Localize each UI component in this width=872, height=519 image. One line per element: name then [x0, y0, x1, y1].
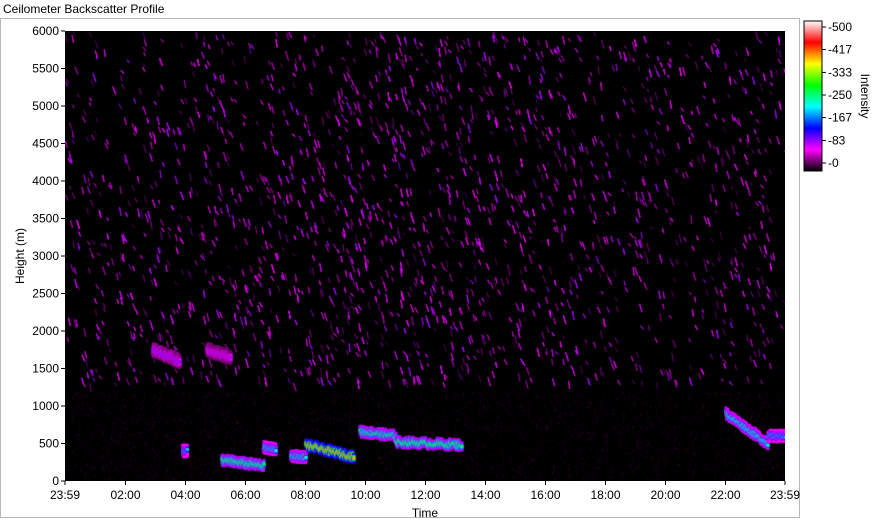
x-tick-label: 04:00 [170, 488, 200, 502]
x-tick-label: 02:00 [110, 488, 140, 502]
y-axis-title: Height (m) [13, 228, 27, 284]
y-tick-label: 3000 [32, 249, 59, 263]
y-tick-label: 500 [39, 437, 59, 451]
x-tick-label: 23:59 [770, 488, 800, 502]
colorbar-tick-label: -0 [828, 156, 839, 170]
colorbar [803, 20, 823, 172]
y-tick-label: 2000 [32, 324, 59, 338]
x-tick-label: 14:00 [470, 488, 500, 502]
y-tick-label: 2500 [32, 287, 59, 301]
x-axis: 23:59 02:00 04:00 06:00 08:00 10:00 12:00 14:00… [50, 481, 800, 502]
x-axis-title: Time [412, 506, 439, 519]
colorbar-tick-label: -500 [828, 20, 852, 34]
x-tick-label: 06:00 [230, 488, 260, 502]
heatmap-canvas-holder [65, 31, 785, 481]
y-tick-label: 1500 [32, 362, 59, 376]
chart-frame: 0 500 1000 1500 2000 2500 3000 3500 4000 4500 5000… [0, 18, 872, 519]
x-tick-label: 20:00 [650, 488, 680, 502]
colorbar-tick-label: -250 [828, 88, 852, 102]
y-tick-label: 3500 [32, 212, 59, 226]
y-tick-label: 4000 [32, 174, 59, 188]
colorbar-ticks: -500 -417 -333 -250 -167 -83 -0 [822, 20, 852, 170]
y-tick-label: 5500 [32, 62, 59, 76]
colorbar-tick-label: -167 [828, 111, 852, 125]
colorbar-tick-label: -417 [828, 43, 852, 57]
colorbar-tick-label: -83 [828, 133, 846, 147]
colorbar-tick-label: -333 [828, 65, 852, 79]
x-tick-label: 23:59 [50, 488, 80, 502]
y-tick-label: 0 [52, 474, 59, 488]
x-tick-label: 08:00 [290, 488, 320, 502]
x-tick-label: 18:00 [590, 488, 620, 502]
y-tick-label: 4500 [32, 137, 59, 151]
y-tick-label: 1000 [32, 399, 59, 413]
window-title: Ceilometer Backscatter Profile [3, 2, 165, 16]
x-tick-label: 16:00 [530, 488, 560, 502]
y-tick-label: 6000 [32, 24, 59, 38]
y-tick-label: 5000 [32, 99, 59, 113]
x-tick-label: 22:00 [710, 488, 740, 502]
heatmap-canvas [65, 31, 785, 481]
colorbar-title: Intensity [858, 74, 872, 119]
x-tick-label: 12:00 [410, 488, 440, 502]
backscatter-chart: 0 500 1000 1500 2000 2500 3000 3500 4000 4500 5000… [13, 20, 872, 519]
y-axis: 0 500 1000 1500 2000 2500 3000 3500 4000 4500 5000… [32, 24, 65, 488]
x-tick-label: 10:00 [350, 488, 380, 502]
